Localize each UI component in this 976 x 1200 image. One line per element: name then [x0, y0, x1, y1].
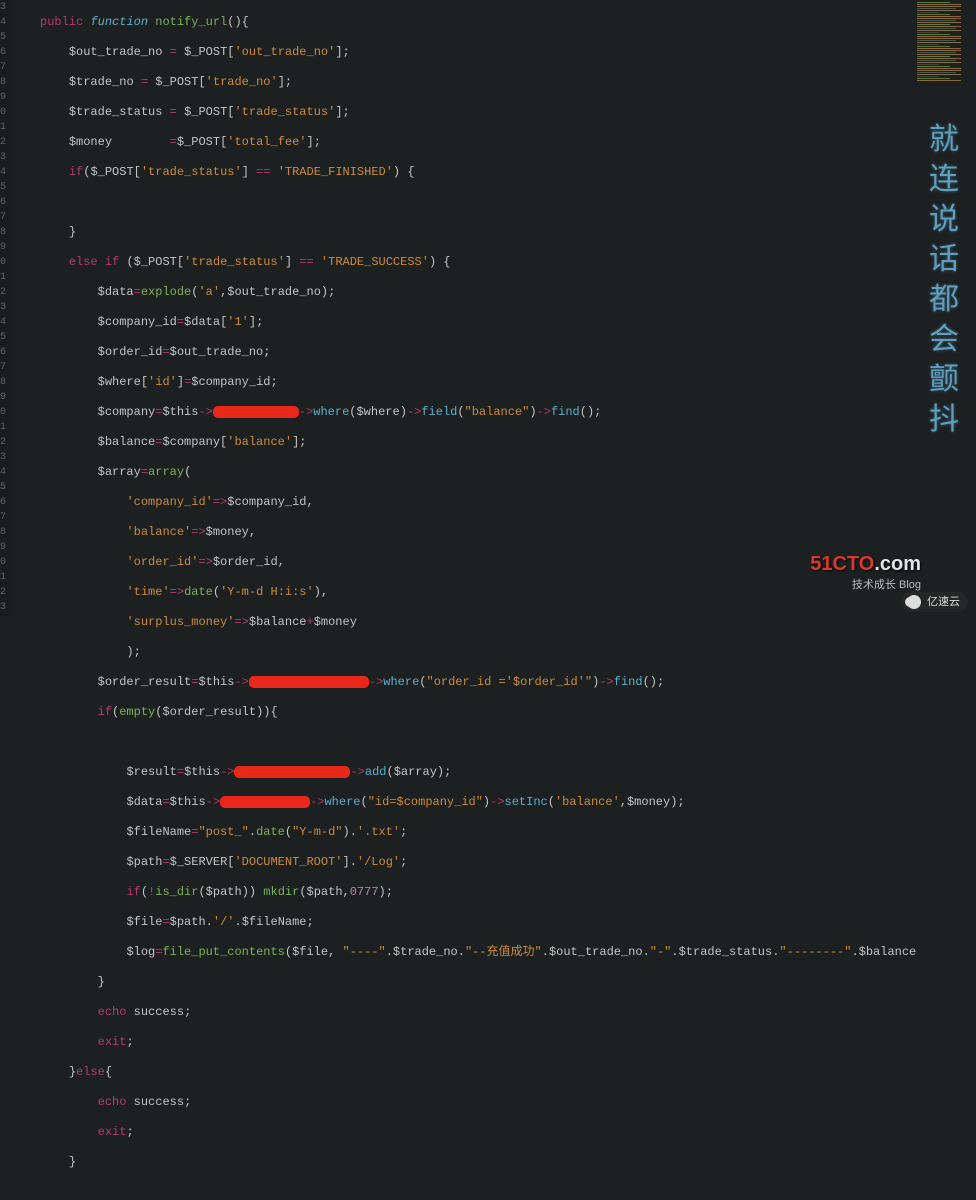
code-editor[interactable]: 3 4567 8901 2345 6789 0123 4567 8901 234…	[0, 0, 916, 616]
minimap[interactable]	[917, 2, 972, 122]
code-area[interactable]: public function notify_url(){ $out_trade…	[12, 0, 916, 616]
line-no: 3	[0, 0, 6, 15]
yisu-text: 亿速云	[927, 596, 960, 608]
side-caption: 就连说话都会颤抖	[928, 120, 960, 440]
line-number-gutter: 3 4567 8901 2345 6789 0123 4567 8901 234…	[0, 0, 12, 616]
logo-text: 51CTO	[810, 553, 874, 575]
logo-51cto: 51CTO.com	[810, 553, 921, 576]
redacted-model-4	[220, 796, 310, 808]
redacted-model-2	[249, 676, 369, 688]
logo-subtitle: 技术成长 Blog	[852, 576, 921, 592]
redacted-model-3	[234, 766, 350, 778]
redacted-model-1	[213, 406, 299, 418]
yisu-badge: 亿速云	[901, 592, 968, 612]
